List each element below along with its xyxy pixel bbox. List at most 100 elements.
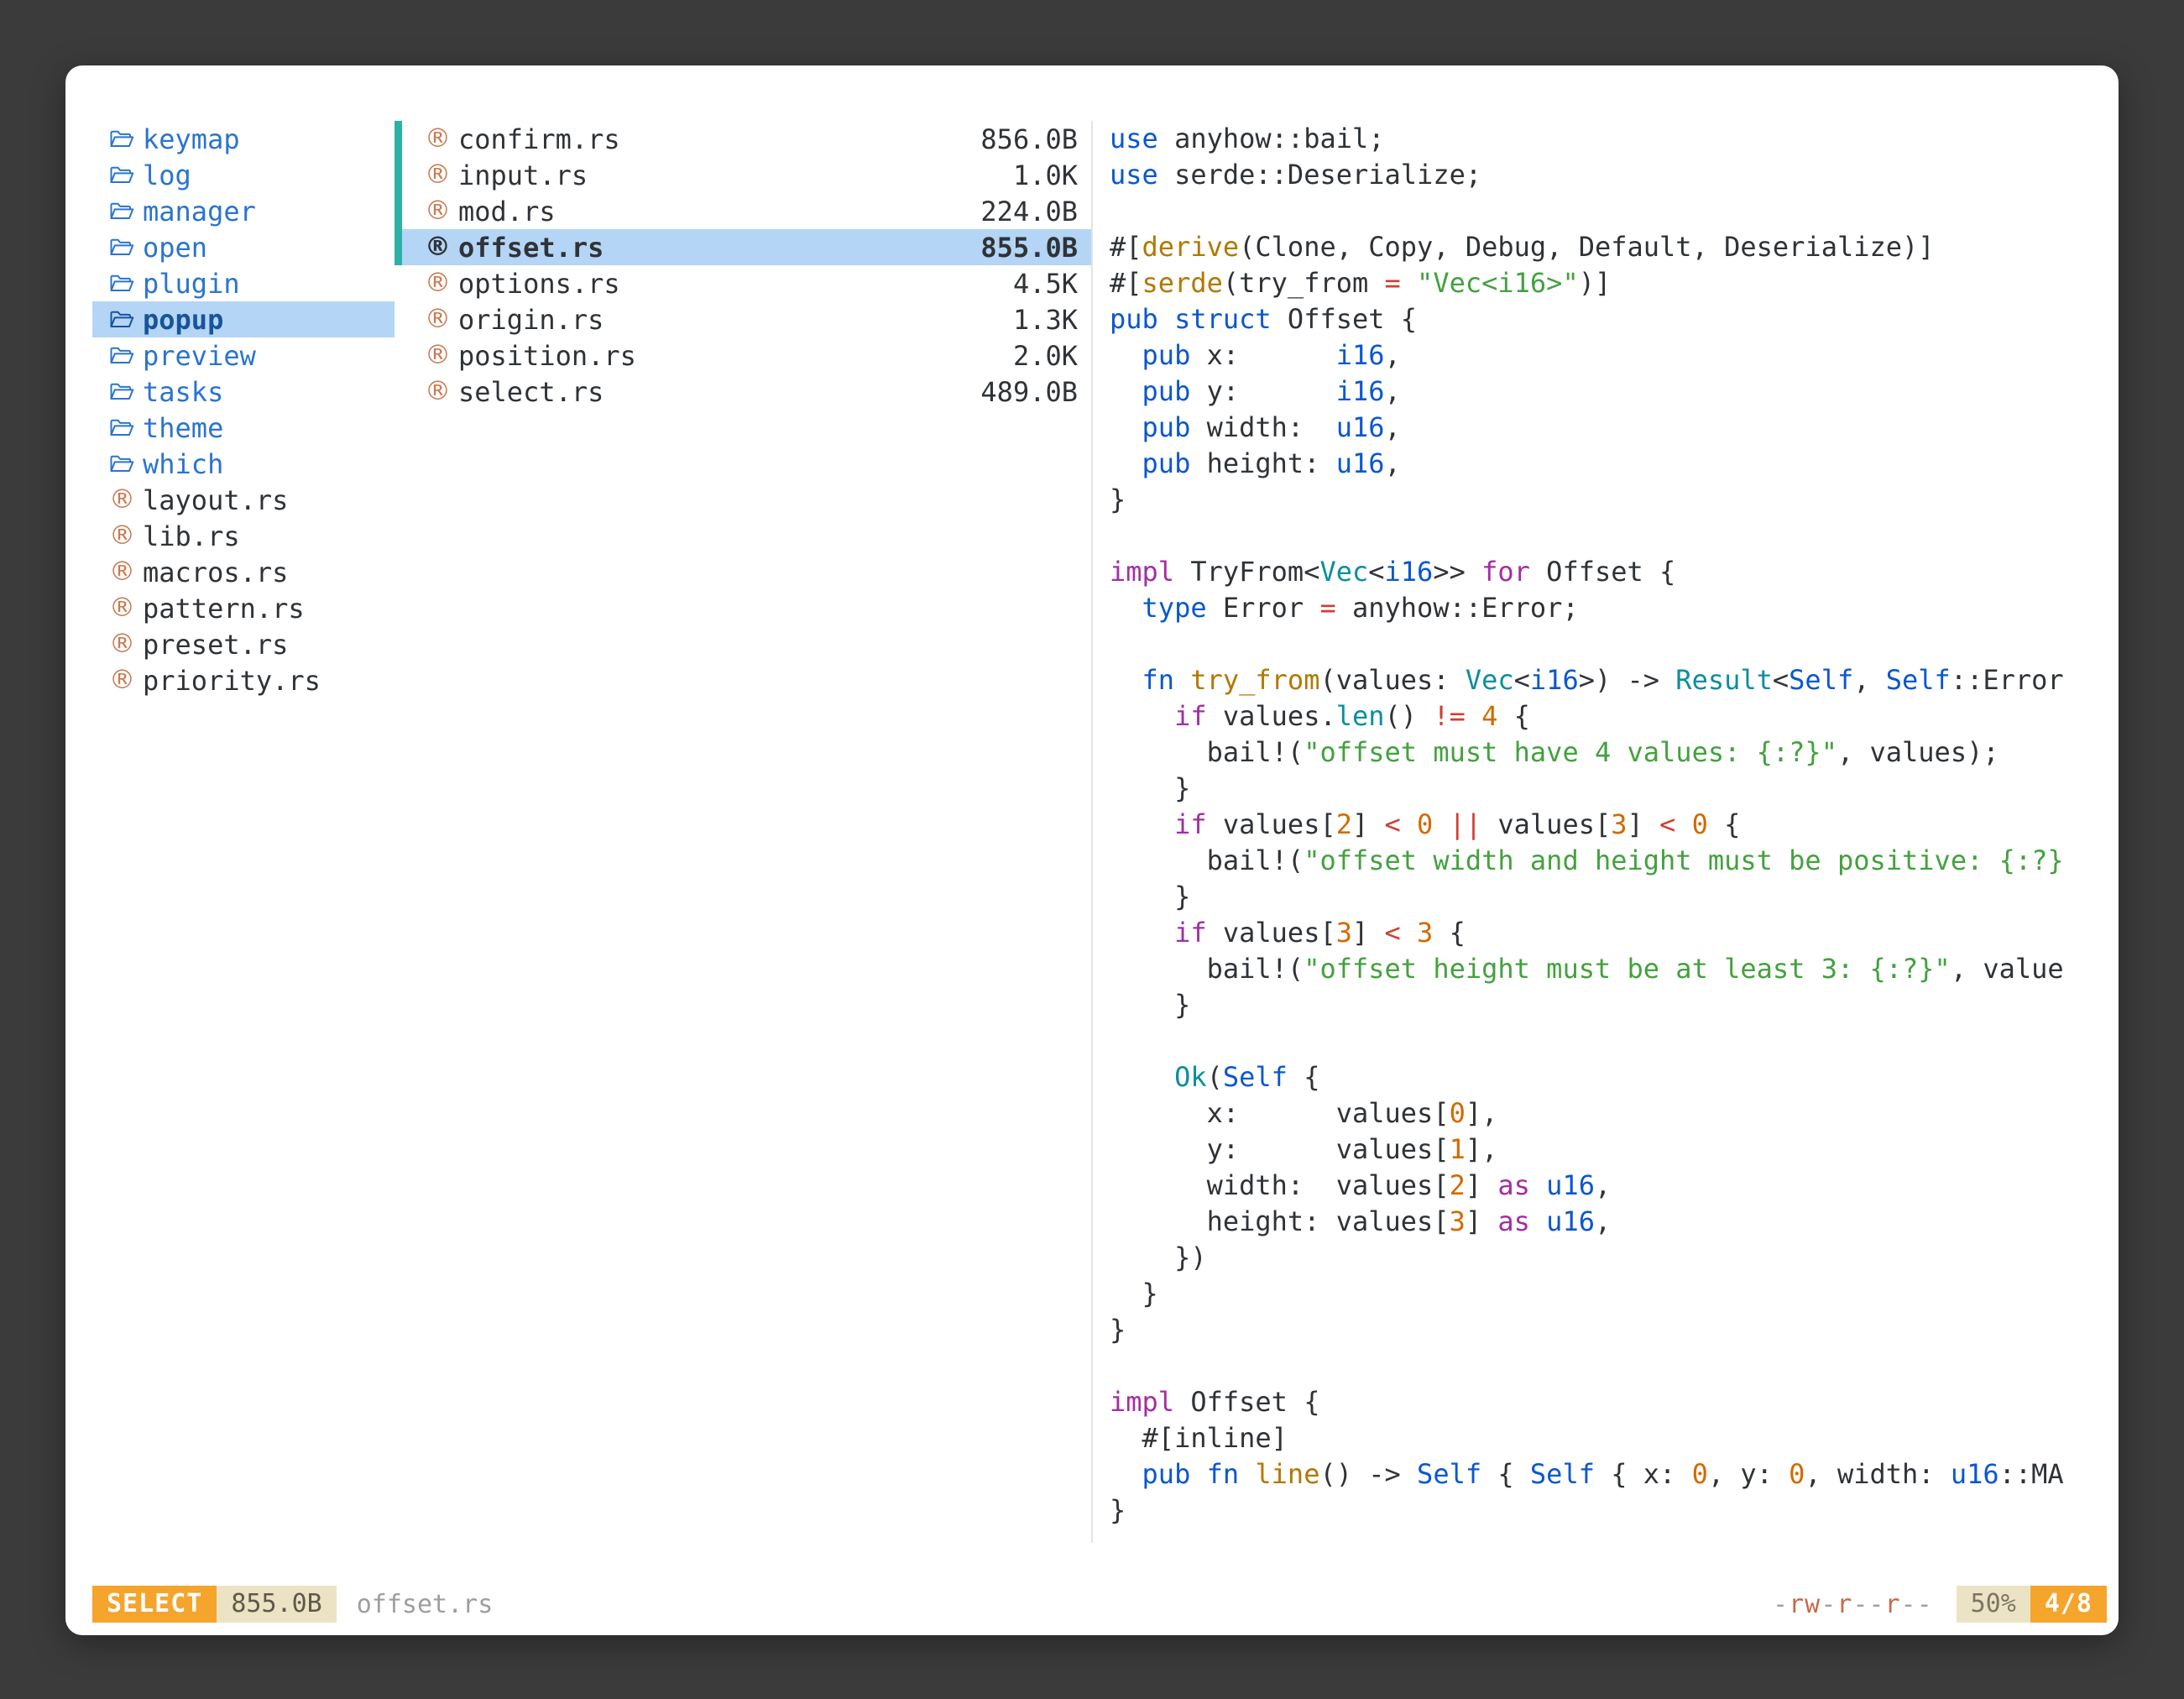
sidebar-item[interactable]: open (92, 229, 394, 265)
rust-file-icon: ® (109, 482, 143, 518)
file-row[interactable]: ® confirm.rs 856.0B (402, 121, 1091, 157)
file-permissions: -rw-r--r-- (1773, 1590, 1933, 1619)
rust-file-icon: ® (109, 662, 143, 698)
code-line: height: values[3] as u16, (1110, 1204, 2107, 1240)
item-label: preset.rs (143, 629, 288, 661)
sidebar-item[interactable]: theme (92, 410, 394, 446)
code-line: x: values[0], (1110, 1095, 2107, 1132)
code-line: if values[3] < 3 { (1110, 915, 2107, 951)
code-line: } (1110, 771, 2107, 807)
file-size: 224.0B (980, 196, 1078, 227)
file-row[interactable]: ® options.rs 4.5K (402, 265, 1091, 301)
code-line: Ok(Self { (1110, 1059, 2107, 1095)
item-label: theme (143, 412, 223, 444)
folder-icon (109, 237, 143, 258)
parent-panel: keymap log manager open (92, 121, 394, 1543)
code-line: type Error = anyhow::Error; (1110, 590, 2107, 626)
file-name: confirm.rs (458, 123, 620, 155)
code-line (1110, 1023, 2107, 1059)
file-row[interactable]: ® input.rs 1.0K (402, 157, 1091, 193)
code-line (1110, 626, 2107, 662)
code-line: use serde::Deserialize; (1110, 157, 2107, 193)
file-row[interactable]: ® select.rs 489.0B (402, 374, 1091, 410)
code-line: if values[2] < 0 || values[3] < 0 { (1110, 807, 2107, 843)
file-size: 1.0K (1013, 159, 1078, 191)
folder-icon (109, 309, 143, 330)
rust-file-icon: ® (109, 590, 143, 626)
file-name: position.rs (458, 340, 636, 372)
current-panel: ® confirm.rs 856.0B ® input.rs 1.0K ® mo… (394, 121, 1091, 1543)
rust-file-icon: ® (425, 265, 458, 301)
file-size: 4.5K (1013, 268, 1078, 300)
file-name: offset.rs (458, 232, 603, 264)
sidebar-item[interactable]: log (92, 157, 394, 193)
code-line: impl Offset { (1110, 1384, 2107, 1420)
code-line: bail!("offset must have 4 values: {:?}",… (1110, 734, 2107, 771)
code-line: pub width: u16, (1110, 410, 2107, 446)
sidebar-item[interactable]: ® preset.rs (92, 626, 394, 662)
code-line: pub y: i16, (1110, 374, 2107, 410)
rust-file-icon: ® (425, 301, 458, 337)
rust-file-icon: ® (109, 518, 143, 554)
code-line (1110, 193, 2107, 229)
item-label: popup (143, 304, 223, 336)
sidebar-item[interactable]: keymap (92, 121, 394, 157)
code-line: pub struct Offset { (1110, 301, 2107, 337)
sidebar-item[interactable]: tasks (92, 374, 394, 410)
sidebar-item[interactable]: ® pattern.rs (92, 590, 394, 626)
code-line: #[inline] (1110, 1420, 2107, 1456)
item-label: layout.rs (143, 484, 288, 516)
file-size: 855.0B (980, 232, 1078, 264)
code-line: } (1110, 987, 2107, 1023)
rust-file-icon: ® (425, 157, 458, 193)
item-label: which (143, 448, 223, 480)
code-line: bail!("offset height must be at least 3:… (1110, 951, 2107, 987)
sidebar-item[interactable]: ® lib.rs (92, 518, 394, 554)
scrollbar[interactable] (394, 121, 402, 265)
rust-file-icon: ® (109, 626, 143, 662)
item-label: pattern.rs (143, 593, 305, 625)
file-row[interactable]: ® offset.rs 855.0B (402, 229, 1091, 265)
file-size: 2.0K (1013, 340, 1078, 372)
code-line: }) (1110, 1240, 2107, 1276)
code-line: impl TryFrom<Vec<i16>> for Offset { (1110, 554, 2107, 590)
sidebar-item[interactable]: manager (92, 193, 394, 229)
code-line: bail!("offset width and height must be p… (1110, 843, 2107, 879)
sidebar-item[interactable]: popup (92, 301, 394, 337)
file-size: 489.0B (980, 376, 1078, 408)
folder-icon (109, 345, 143, 366)
file-row[interactable]: ® mod.rs 224.0B (402, 193, 1091, 229)
code-line: if values.len() != 4 { (1110, 698, 2107, 734)
file-name: options.rs (458, 268, 620, 300)
file-row[interactable]: ® origin.rs 1.3K (402, 301, 1091, 337)
sidebar-item[interactable]: ® macros.rs (92, 554, 394, 590)
folder-icon (109, 453, 143, 474)
rust-file-icon: ® (425, 229, 458, 265)
sidebar-item[interactable]: ® priority.rs (92, 662, 394, 698)
rust-file-icon: ® (425, 337, 458, 374)
sidebar-item[interactable]: which (92, 446, 394, 482)
code-line: width: values[2] as u16, (1110, 1168, 2107, 1204)
code-line: } (1110, 1276, 2107, 1312)
folder-icon (109, 201, 143, 222)
sidebar-item[interactable]: plugin (92, 265, 394, 301)
code-line: #[serde(try_from = "Vec<i16>")] (1110, 265, 2107, 301)
code-line: use anyhow::bail; (1110, 121, 2107, 157)
file-size-badge: 855.0B (217, 1586, 336, 1623)
item-label: preview (143, 340, 256, 372)
code-line: } (1110, 1312, 2107, 1348)
folder-icon (109, 165, 143, 186)
item-label: log (143, 159, 191, 191)
status-bar: SELECT 855.0B offset.rs -rw-r--r-- 50% 4… (92, 1585, 2107, 1623)
sidebar-item[interactable]: preview (92, 337, 394, 374)
code-line: } (1110, 1493, 2107, 1529)
file-row[interactable]: ® position.rs 2.0K (402, 337, 1091, 374)
rust-file-icon: ® (109, 554, 143, 590)
sidebar-item[interactable]: ® layout.rs (92, 482, 394, 518)
item-label: macros.rs (143, 557, 288, 588)
mode-badge: SELECT (92, 1586, 217, 1623)
file-size: 856.0B (980, 123, 1078, 155)
folder-icon (109, 417, 143, 438)
file-manager-window: keymap log manager open (65, 65, 2119, 1635)
code-line: fn try_from(values: Vec<i16>) -> Result<… (1110, 662, 2107, 698)
